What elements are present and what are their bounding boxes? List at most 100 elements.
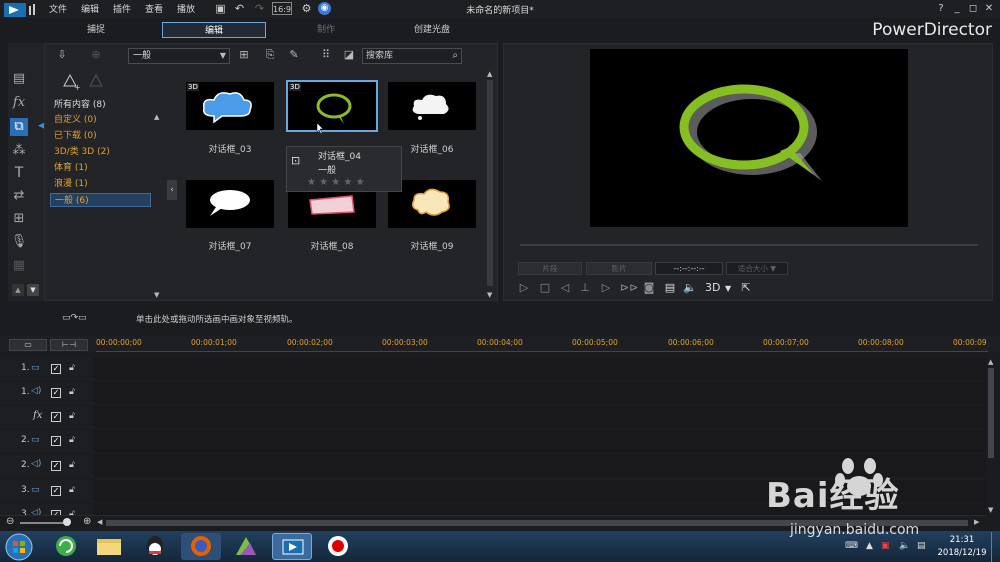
undock-preview-icon[interactable]: ⇱ [739, 281, 753, 295]
clock-date[interactable]: 2018/12/19 [936, 548, 988, 558]
settings-gear-icon[interactable]: ⚙ [300, 2, 313, 15]
menu-edit[interactable]: 编辑 [81, 2, 99, 15]
stop-icon[interactable]: □ [538, 281, 552, 295]
track-enable-checkbox[interactable]: ✓ [51, 461, 61, 471]
track-enable-checkbox[interactable]: ✓ [51, 486, 61, 496]
firefox-icon[interactable] [181, 533, 221, 560]
zoom-in-icon[interactable]: ⊕ [83, 516, 91, 527]
insert-to-track-icon[interactable]: ▭↷▭ [62, 313, 87, 323]
restore-button[interactable]: ◻ [966, 2, 980, 15]
menu-view[interactable]: 查看 [145, 2, 163, 15]
category-custom[interactable]: 自定义 (0) [50, 113, 150, 127]
category-downloaded[interactable]: 已下载 (0) [50, 129, 150, 143]
collapse-panel-button[interactable]: ‹ [167, 180, 177, 200]
file-explorer-icon[interactable] [89, 533, 129, 560]
category-romance[interactable]: 浪漫 (1) [50, 177, 150, 191]
timeline-vertical-scrollbar[interactable] [988, 368, 994, 458]
track-manager-button[interactable]: ▭ [9, 339, 47, 351]
strip-scroll-down-icon[interactable]: ▼ [27, 284, 39, 296]
category-filter-select[interactable]: 一般 ▼ [128, 48, 230, 64]
track-body[interactable] [94, 358, 986, 380]
fast-forward-icon[interactable]: ⊳⊳ [620, 281, 638, 295]
powerdirector-taskbar-icon[interactable] [272, 533, 312, 560]
lock-icon[interactable]: 🔓︎ [69, 435, 75, 445]
play-icon[interactable]: ▷ [517, 281, 531, 295]
category-sports[interactable]: 体育 (1) [50, 161, 150, 175]
voiceover-room-icon[interactable]: 🎙 [10, 233, 28, 251]
library-item-thumbnail[interactable] [186, 180, 274, 228]
clip-mode-button[interactable]: 片段 [518, 262, 582, 275]
rating-stars[interactable]: ★ ★ ★ ★ ★ [307, 177, 365, 188]
category-general[interactable]: 一般 (6) [50, 193, 151, 207]
title-room-icon[interactable]: T [10, 164, 28, 182]
preview-progress-bar[interactable] [520, 244, 978, 246]
chapter-room-icon[interactable]: ▦ [10, 257, 28, 275]
media-room-icon[interactable]: ▤ [10, 70, 28, 88]
track-enable-checkbox[interactable]: ✓ [51, 436, 61, 446]
lock-icon[interactable]: 🔓︎ [69, 363, 75, 373]
menu-play[interactable]: 播放 [177, 2, 195, 15]
add-template-icon[interactable]: ⊞ [236, 47, 252, 63]
pip-room-icon[interactable]: ⧉ [10, 118, 28, 136]
qq-icon[interactable] [135, 533, 175, 560]
video-editor-app-icon[interactable] [226, 533, 266, 560]
fit-timeline-button[interactable]: ⊢⊣ [50, 339, 88, 351]
redo-icon[interactable]: ↷ [253, 2, 266, 15]
volume-icon[interactable]: 🔈 [683, 281, 697, 295]
audio-mixing-room-icon[interactable]: ⊞ [10, 210, 28, 228]
track-enable-checkbox[interactable]: ✓ [51, 364, 61, 374]
account-icon[interactable]: ◉ [318, 2, 331, 15]
fit-size-select[interactable]: 适合大小 ▼ [726, 262, 788, 275]
tab-produce[interactable]: 制作 [290, 22, 362, 38]
thumbnail-size-icon[interactable]: ◪ [341, 47, 357, 63]
modify-template-icon[interactable]: ⎘ [262, 47, 278, 63]
library-scroll-up-icon[interactable]: ▲ [487, 70, 492, 78]
minimize-button[interactable]: _ [950, 2, 964, 15]
library-scrollbar[interactable] [487, 80, 493, 286]
3d-mode-button[interactable]: 3D [705, 281, 720, 294]
grid-view-icon[interactable]: ⠿ [318, 47, 334, 63]
category-all[interactable]: 所有内容 (8) [50, 98, 150, 112]
timecode-display[interactable]: --:--:--:-- [655, 262, 723, 275]
timeline-scroll-up-icon[interactable]: ▲ [988, 358, 993, 366]
download-icon[interactable]: ⊕ [88, 47, 104, 63]
lock-icon[interactable]: 🔓︎ [69, 509, 75, 515]
subtitles-icon[interactable]: ▤ [663, 281, 677, 295]
show-desktop-button[interactable] [991, 532, 1000, 562]
next-frame-icon[interactable]: ▷ [599, 281, 613, 295]
split-icon[interactable]: ⊥ [578, 281, 592, 295]
close-button[interactable]: ✕ [982, 2, 996, 15]
category-3d[interactable]: 3D/类 3D (2) [50, 145, 150, 159]
library-item-thumbnail[interactable] [388, 82, 476, 130]
strip-scroll-up-icon[interactable]: ▲ [12, 284, 24, 296]
zoom-slider-handle[interactable] [63, 518, 71, 526]
track-enable-checkbox[interactable]: ✓ [51, 388, 61, 398]
category-scroll-up-icon[interactable]: ▲ [154, 113, 159, 121]
snapshot-icon[interactable]: ◙ [642, 281, 656, 295]
lock-icon[interactable]: 🔓︎ [69, 485, 75, 495]
previous-frame-icon[interactable]: ◁ [558, 281, 572, 295]
lock-icon[interactable]: 🔓︎ [69, 411, 75, 421]
undo-icon[interactable]: ↶ [233, 2, 246, 15]
library-item-thumbnail-selected[interactable]: 3D [286, 80, 378, 132]
menu-file[interactable]: 文件 [49, 2, 67, 15]
particle-room-icon[interactable]: ⁂ [10, 142, 28, 160]
tab-capture[interactable]: 捕捉 [60, 22, 132, 38]
zoom-out-icon[interactable]: ⊖ [6, 516, 14, 527]
tab-edit[interactable]: 编辑 [162, 22, 266, 38]
track-body[interactable] [94, 406, 986, 428]
save-icon[interactable]: ▣ [214, 2, 227, 15]
transition-room-icon[interactable]: ⇄ [10, 187, 28, 205]
menu-plugins[interactable]: 插件 [113, 2, 131, 15]
lock-icon[interactable]: 🔓︎ [69, 460, 75, 470]
effects-room-icon[interactable]: fx [10, 94, 28, 112]
import-media-icon[interactable]: ⇩ [54, 47, 70, 63]
screen-recorder-icon[interactable] [318, 533, 358, 560]
edit-pen-icon[interactable]: ✎ [286, 47, 302, 63]
windows-start-icon[interactable] [4, 532, 34, 562]
refresh-app-icon[interactable] [46, 533, 86, 560]
track-body[interactable] [94, 382, 986, 404]
help-button[interactable]: ? [934, 2, 948, 15]
category-scroll-down-icon[interactable]: ▼ [154, 291, 159, 299]
timeline-ruler[interactable] [96, 349, 988, 352]
